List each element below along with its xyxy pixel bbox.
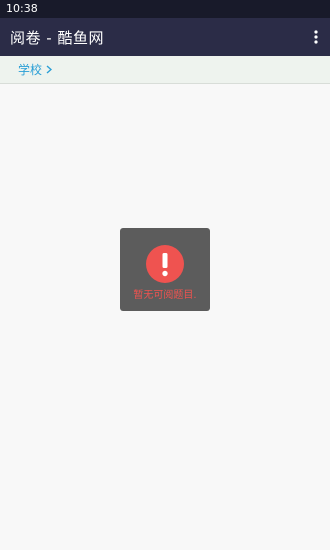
breadcrumb-school[interactable]: 学校: [18, 61, 53, 78]
more-vert-icon[interactable]: [310, 27, 322, 47]
app-title: 阅卷 - 酷鱼网: [10, 28, 104, 47]
empty-toast: 暂无可阅题目.: [120, 228, 210, 311]
toast-message: 暂无可阅题目.: [133, 290, 197, 301]
breadcrumb: 学校: [0, 56, 330, 84]
app-bar: 阅卷 - 酷鱼网: [0, 18, 330, 56]
status-bar: 10:38: [0, 0, 330, 18]
chevron-right-icon: [46, 65, 53, 74]
breadcrumb-label: 学校: [18, 63, 43, 77]
status-time: 10:38: [6, 2, 38, 15]
exclamation-icon: [146, 245, 184, 283]
